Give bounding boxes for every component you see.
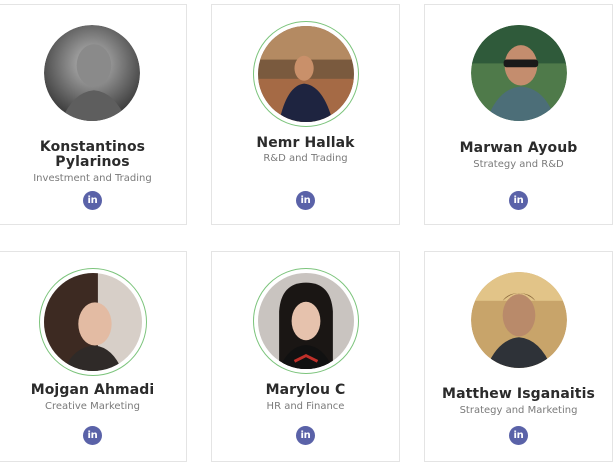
linkedin-icon[interactable]: in <box>509 191 528 210</box>
member-role: Creative Marketing <box>45 401 140 412</box>
linkedin-icon[interactable]: in <box>296 191 315 210</box>
linkedin-icon[interactable]: in <box>83 426 102 445</box>
team-card: Marylou C HR and Finance in <box>211 251 400 462</box>
team-card: Nemr Hallak R&D and Trading in <box>211 4 400 225</box>
avatar <box>471 25 567 121</box>
member-role: Investment and Trading <box>33 173 152 184</box>
team-card: Matthew Isganaitis Strategy and Marketin… <box>424 251 613 462</box>
member-role: R&D and Trading <box>263 153 348 164</box>
member-name: Matthew Isganaitis <box>442 386 595 402</box>
member-role: HR and Finance <box>266 401 345 412</box>
member-name: Marwan Ayoub <box>459 140 578 156</box>
member-name: Konstantinos Pylarinos <box>39 139 146 170</box>
member-name: Marylou C <box>265 382 346 398</box>
team-card: Marwan Ayoub Strategy and R&D in <box>424 4 613 225</box>
member-name: Nemr Hallak <box>256 135 355 151</box>
avatar <box>39 268 147 376</box>
linkedin-icon[interactable]: in <box>296 426 315 445</box>
avatar <box>253 21 359 127</box>
linkedin-icon[interactable]: in <box>83 191 102 210</box>
team-card: Mojgan Ahmadi Creative Marketing in <box>0 251 187 462</box>
member-role: Strategy and Marketing <box>459 405 578 416</box>
linkedin-icon[interactable]: in <box>509 426 528 445</box>
member-name: Mojgan Ahmadi <box>30 382 155 398</box>
avatar <box>471 272 567 368</box>
team-card: Konstantinos Pylarinos Investment and Tr… <box>0 4 187 225</box>
avatar <box>44 25 140 121</box>
avatar <box>253 268 359 374</box>
member-role: Strategy and R&D <box>473 159 564 170</box>
